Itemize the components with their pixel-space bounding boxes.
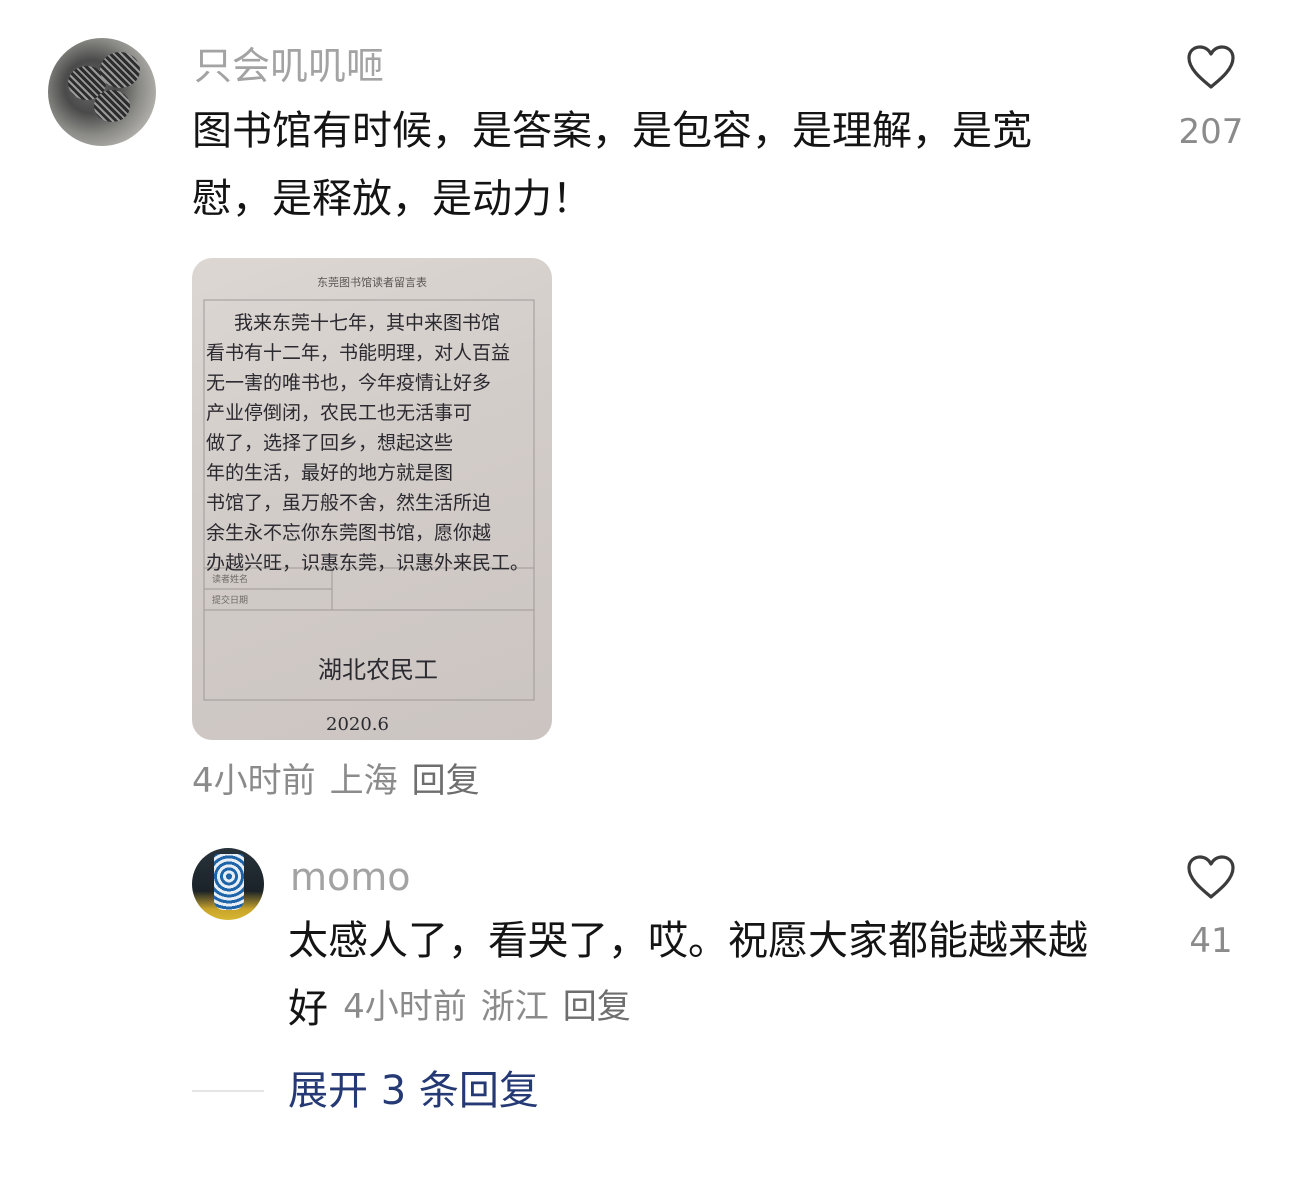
comment-location: 上海 xyxy=(329,761,398,801)
divider xyxy=(192,1090,264,1092)
avatar-detail xyxy=(94,90,130,122)
reply-text-end: 好 xyxy=(288,986,328,1032)
avatar[interactable] xyxy=(48,38,156,146)
like-count: 207 xyxy=(1178,112,1244,152)
avatar-detail xyxy=(100,52,140,88)
form-title: 东莞图书馆读者留言表 xyxy=(317,276,427,289)
handwritten-line: 无一害的唯书也，今年疫情让好多 xyxy=(206,372,492,394)
handwritten-line: 余生永不忘你东莞图书馆，愿你越 xyxy=(206,522,492,544)
reply-location: 浙江 xyxy=(480,987,549,1027)
comment-text: 图书馆有时候，是答案，是包容，是理解，是宽慰，是释放，是动力！ xyxy=(192,108,1032,222)
reply-text: 太感人了，看哭了，哎。祝愿大家都能越来越 xyxy=(288,918,1088,964)
expand-replies-button[interactable]: 展开 3 条回复 xyxy=(288,1066,539,1116)
handwritten-line: 书馆了，虽万般不舍，然生活所迫 xyxy=(206,492,492,514)
handwritten-line: 我来东莞十七年，其中来图书馆 xyxy=(234,312,501,334)
signature: 湖北农民工 xyxy=(318,656,438,684)
comment-username[interactable]: 只会叽叽咂 xyxy=(194,42,384,90)
avatar[interactable] xyxy=(192,848,264,920)
like-button[interactable] xyxy=(1185,44,1237,94)
letter-date: 2020.6 xyxy=(326,714,389,735)
heart-outline-icon[interactable] xyxy=(1185,854,1237,900)
form-label: 提交日期 xyxy=(212,596,249,606)
reply-button[interactable]: 回复 xyxy=(563,987,631,1027)
reply-time: 4小时前 xyxy=(343,987,467,1027)
comment-time: 4小时前 xyxy=(192,761,316,801)
avatar-detail xyxy=(214,854,244,910)
handwritten-line: 产业停倒闭，农民工也无活事可 xyxy=(206,402,473,424)
form-label: 读者姓名 xyxy=(212,575,249,585)
heart-outline-icon[interactable] xyxy=(1185,44,1237,90)
handwritten-line: 办越兴旺，识惠东莞，识惠外来民工。 xyxy=(206,552,530,574)
handwritten-line: 看书有十二年，书能明理，对人百益 xyxy=(206,342,511,364)
like-count: 41 xyxy=(1189,921,1233,961)
handwritten-line: 年的生活，最好的地方就是图 xyxy=(206,462,454,484)
reply-username[interactable]: momo xyxy=(290,853,411,901)
reply-button[interactable]: 回复 xyxy=(412,761,480,801)
comment-image[interactable]: 东莞图书馆读者留言表 我来东莞十七年，其中来图书馆 看书有十二年，书能明理，对人… xyxy=(192,258,552,740)
reply-last-line: 好 4小时前 浙江 回复 xyxy=(288,975,645,1043)
like-button[interactable] xyxy=(1185,854,1237,904)
comment-meta: 4小时前 上海 回复 xyxy=(192,759,494,803)
handwritten-line: 做了，选择了回乡，想起这些 xyxy=(206,432,454,454)
